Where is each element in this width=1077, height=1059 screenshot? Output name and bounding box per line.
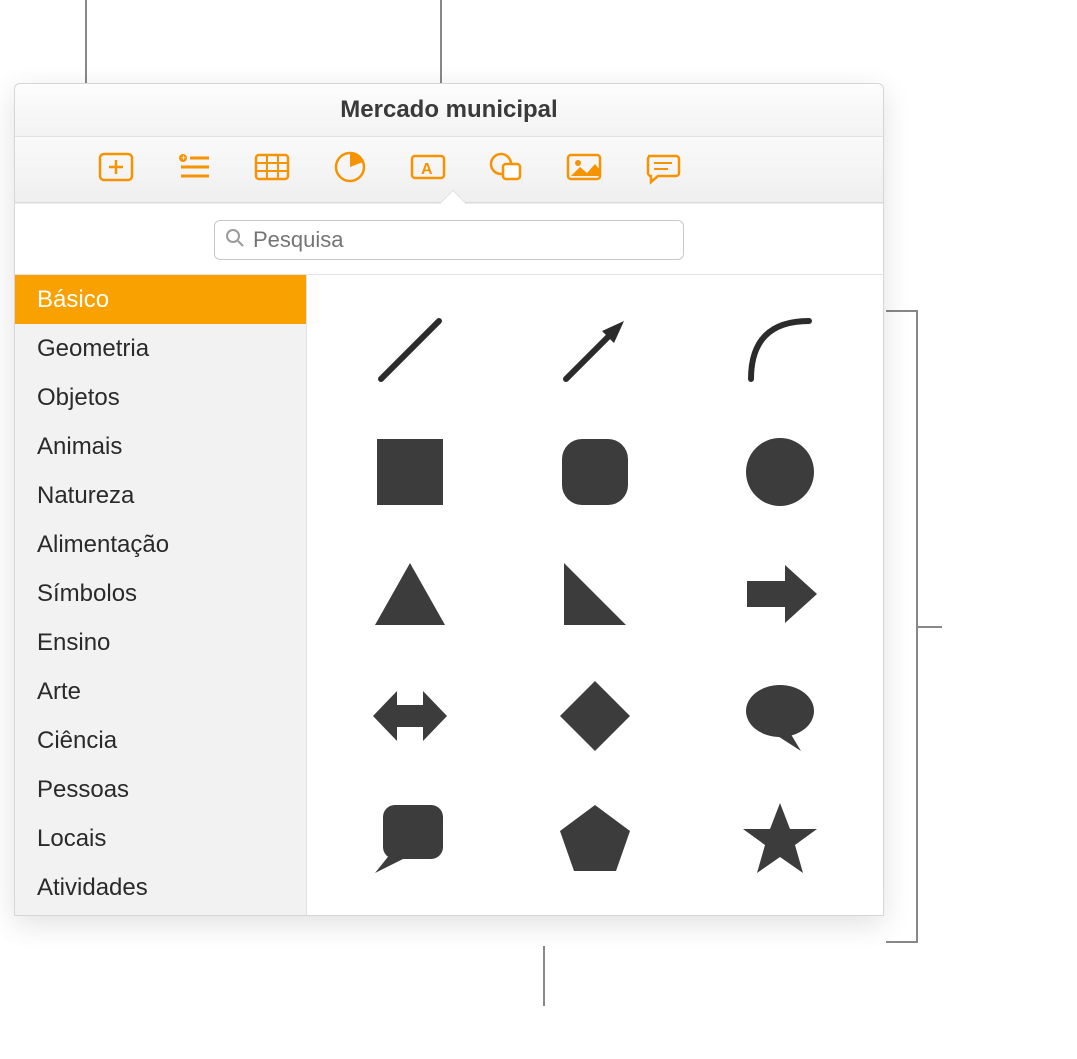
triangle-shape[interactable] [317, 533, 502, 655]
sidebar-item-label: Símbolos [37, 580, 137, 608]
curve-shape[interactable] [688, 289, 873, 411]
sidebar-item-label: Ciência [37, 727, 117, 755]
callout-line [916, 626, 942, 628]
comment-icon [643, 148, 681, 191]
arrow-double-shape[interactable] [317, 655, 502, 777]
sidebar-item-alimentacao[interactable]: Alimentação [15, 520, 306, 569]
popover-arrow [439, 190, 467, 204]
sidebar-item-label: Alimentação [37, 531, 169, 559]
callout-line [886, 310, 916, 312]
callout-line [440, 0, 442, 95]
sidebar-item-arte[interactable]: Arte [15, 667, 306, 716]
speech-bubble-shape[interactable] [688, 655, 873, 777]
comment-button[interactable] [641, 149, 683, 191]
sidebar-item-label: Atividades [37, 874, 148, 902]
sidebar-item-atividades[interactable]: Atividades [15, 863, 306, 912]
svg-text:+: + [181, 153, 186, 163]
insert-button[interactable] [95, 149, 137, 191]
chart-button[interactable] [329, 149, 371, 191]
callout-line [85, 0, 87, 95]
sidebar-item-natureza[interactable]: Natureza [15, 471, 306, 520]
diamond-shape[interactable] [502, 655, 687, 777]
pentagon-shape[interactable] [502, 777, 687, 899]
arrow-right-shape[interactable] [688, 533, 873, 655]
shape-button[interactable] [485, 149, 527, 191]
sidebar-item-label: Objetos [37, 384, 120, 412]
insert-icon [97, 148, 135, 191]
rounded-square-shape[interactable] [502, 411, 687, 533]
window-titlebar: Mercado municipal [15, 84, 883, 137]
app-window: Mercado municipal + A [14, 83, 884, 916]
line-shape[interactable] [317, 289, 502, 411]
sidebar-item-geometria[interactable]: Geometria [15, 324, 306, 373]
search-icon [225, 228, 245, 253]
search-input[interactable] [253, 227, 673, 253]
sidebar-item-simbolos[interactable]: Símbolos [15, 569, 306, 618]
category-sidebar: Básico Geometria Objetos Animais Naturez… [15, 275, 307, 915]
sidebar-item-label: Básico [37, 286, 109, 314]
search-field[interactable] [214, 220, 684, 260]
table-button[interactable] [251, 149, 293, 191]
arrow-line-shape[interactable] [502, 289, 687, 411]
shape-icon [487, 148, 525, 191]
star-shape[interactable] [688, 777, 873, 899]
window-title: Mercado municipal [340, 96, 557, 124]
callout-square-shape[interactable] [317, 777, 502, 899]
list-button[interactable]: + [173, 149, 215, 191]
callout-line [543, 946, 545, 1006]
sidebar-item-basico[interactable]: Básico [15, 275, 306, 324]
textbox-button[interactable]: A [407, 149, 449, 191]
sidebar-item-label: Ensino [37, 629, 110, 657]
sidebar-item-objetos[interactable]: Objetos [15, 373, 306, 422]
media-icon [565, 148, 603, 191]
sidebar-item-label: Locais [37, 825, 106, 853]
search-bar [15, 204, 883, 275]
sidebar-item-ciencia[interactable]: Ciência [15, 716, 306, 765]
callout-line [886, 941, 916, 943]
textbox-icon: A [409, 148, 447, 191]
list-icon: + [175, 148, 213, 191]
sidebar-item-label: Pessoas [37, 776, 129, 804]
sidebar-item-label: Animais [37, 433, 122, 461]
shapes-popover: Básico Geometria Objetos Animais Naturez… [15, 203, 883, 915]
square-shape[interactable] [317, 411, 502, 533]
sidebar-item-locais[interactable]: Locais [15, 814, 306, 863]
sidebar-item-label: Arte [37, 678, 81, 706]
popover-body: Básico Geometria Objetos Animais Naturez… [15, 275, 883, 915]
sidebar-item-label: Natureza [37, 482, 134, 510]
circle-shape[interactable] [688, 411, 873, 533]
table-icon [253, 148, 291, 191]
shapes-grid [307, 275, 883, 915]
media-button[interactable] [563, 149, 605, 191]
sidebar-item-label: Geometria [37, 335, 149, 363]
chart-icon [331, 148, 369, 191]
sidebar-item-ensino[interactable]: Ensino [15, 618, 306, 667]
right-triangle-shape[interactable] [502, 533, 687, 655]
svg-text:A: A [421, 161, 433, 178]
sidebar-item-pessoas[interactable]: Pessoas [15, 765, 306, 814]
sidebar-item-animais[interactable]: Animais [15, 422, 306, 471]
